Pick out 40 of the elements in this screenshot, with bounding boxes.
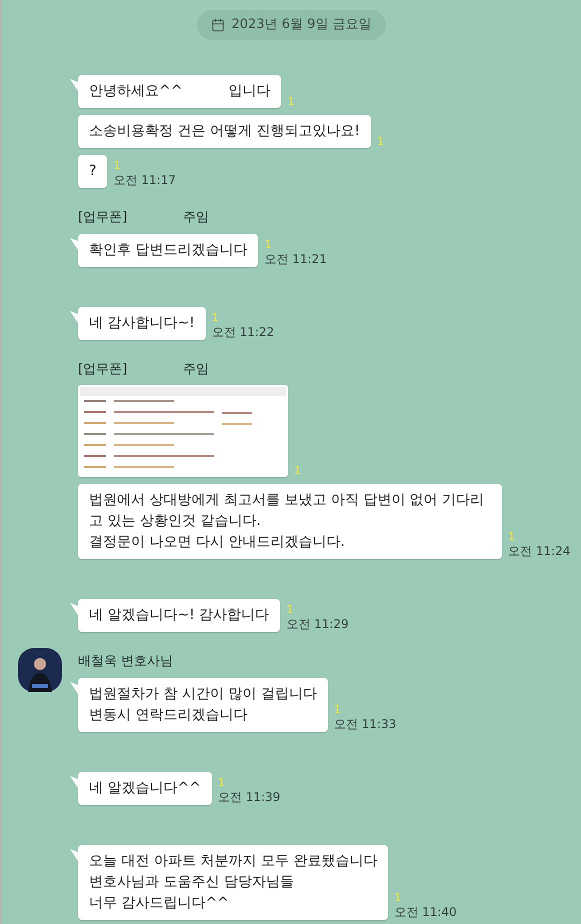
message-text: 소송비용확정 건은 어떻게 진행되고있나요! [89, 122, 360, 141]
unread-count: 1 [287, 96, 294, 108]
sender-name: [업무폰] [78, 360, 128, 378]
calendar-icon [211, 18, 226, 32]
message-text: 너무 감사드립니다^^ [89, 894, 230, 912]
message-text: 확인후 답변드리겠습니다 [89, 240, 248, 260]
message-text: 법원절차가 참 시간이 많이 걸립니다 [89, 684, 317, 704]
unread-count: 1 [334, 704, 342, 716]
message-text: 네 알겠습니다^^ [89, 778, 201, 798]
sender-name: 주임 [183, 209, 210, 227]
message-time: 오전 11:40 [394, 904, 457, 920]
message-time: 오전 11:21 [264, 250, 327, 266]
message-text: 네 알겠습니다~! 감사합니다 [89, 606, 270, 625]
unread-count: 1 [508, 531, 516, 543]
sender-name: 배철욱 변호사님 [78, 653, 174, 671]
message-time: 오전 11:33 [334, 716, 396, 732]
message-text: 입니다 [228, 82, 270, 101]
message-time: 오전 11:17 [113, 172, 176, 188]
unread-count: 1 [113, 160, 122, 172]
unread-count: 1 [394, 892, 402, 904]
message-time: 오전 11:39 [218, 788, 280, 804]
message-text: 안녕하세요^^ [89, 82, 182, 101]
unread-count: 1 [376, 136, 384, 148]
unread-count: 1 [286, 604, 294, 616]
message-text: 변호사님과 도움주신 담당자님들 [89, 872, 295, 892]
sender-name: 주임 [183, 360, 210, 378]
message-text: 결정문이 나오면 다시 안내드리겠습니다. [89, 533, 346, 552]
message-text: 변동시 연락드리겠습니다 [89, 706, 248, 724]
unread-count: 1 [212, 312, 220, 324]
message-text: 네 감사합니다~! [89, 314, 195, 332]
unread-count: 1 [294, 465, 301, 477]
message-text: 법원에서 상대방에게 최고서를 보냈고 아직 답변이 없어 기다리고 있는 상황인것 같습니다. [89, 491, 486, 531]
message-time: 오전 11:29 [286, 616, 349, 632]
message-time: 오전 11:24 [508, 543, 570, 559]
message-text: 오늘 대전 아파트 처분까지 모두 완료됐습니다 [89, 852, 378, 870]
message-time: 오전 11:22 [212, 324, 274, 340]
sender-name: [업무폰] [78, 209, 128, 227]
unread-count: 1 [264, 238, 272, 250]
message-text: ? [89, 162, 96, 181]
unread-count: 1 [218, 776, 226, 788]
